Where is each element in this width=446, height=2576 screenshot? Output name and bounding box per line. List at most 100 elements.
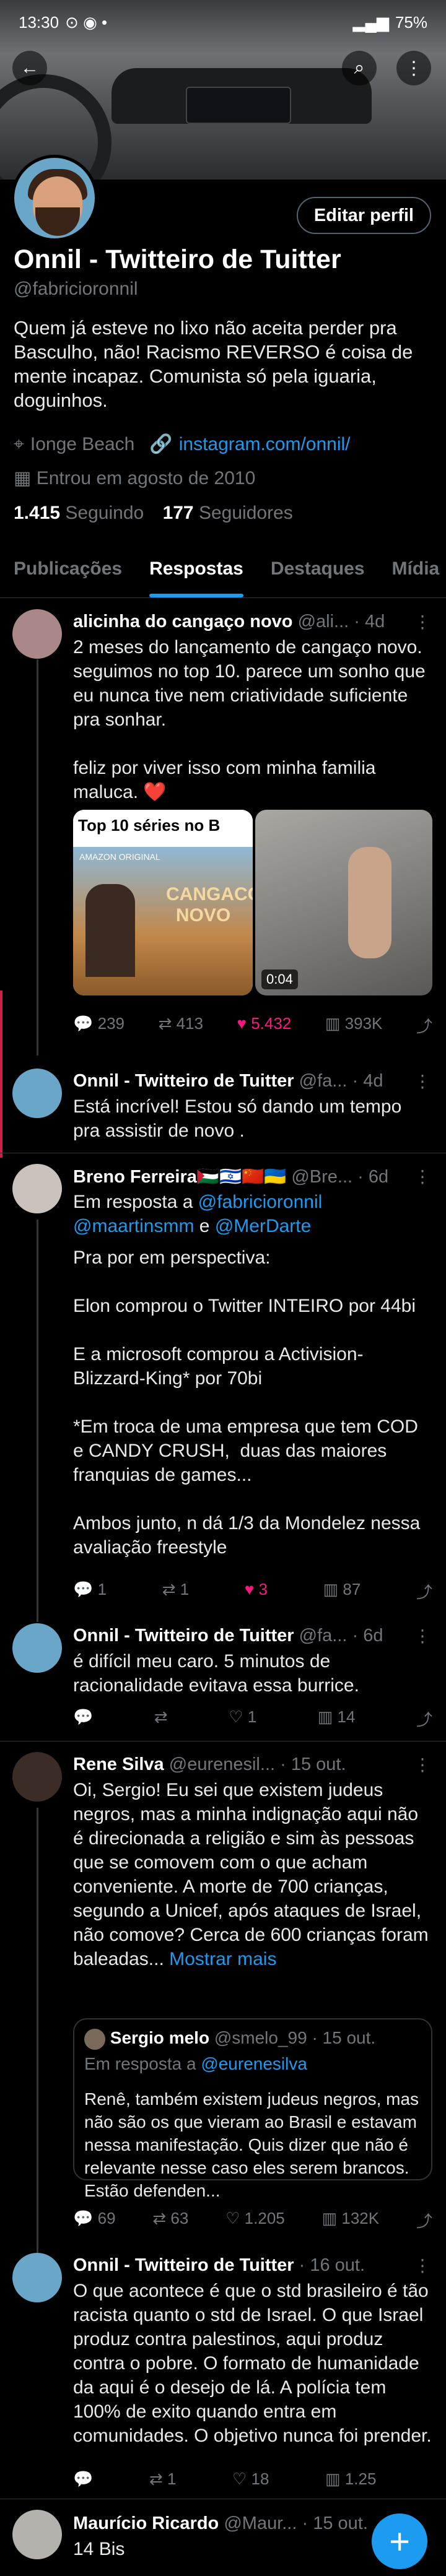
like-button[interactable]: ♡ 18 [232,2470,269,2489]
tab-destaques[interactable]: Destaques [257,545,378,597]
followers-label: Seguidores [198,503,293,523]
like-count: 5.432 [251,1014,292,1033]
tweet-avatar[interactable] [12,609,62,659]
views-count: 87 [343,1580,361,1598]
reply-button[interactable]: 💬 [73,2470,93,2489]
tweet-menu-icon[interactable]: ⋮ [414,1071,431,1091]
reply-count: 239 [97,1014,125,1033]
compose-tweet-button[interactable]: + [372,2513,427,2569]
quoted-tweet[interactable]: Sergio melo @smelo_99 · 15 out. Em respo… [73,2018,432,2200]
location-icon: ⌖ [14,433,24,454]
author-handle: @fa... [299,1626,348,1646]
share-icon[interactable]: ⤴ [416,1580,432,1603]
tab-respostas[interactable]: Respostas [136,545,257,597]
profile-avatar[interactable] [11,155,98,241]
views-count: 132K [341,2209,380,2227]
mention-link[interactable]: @maartinsmm [73,1216,194,1236]
tweet-time: · 15 out. [302,2513,368,2533]
tweet-onnil-2[interactable]: Onnil - Twitteiro de Tuitter @fa... · 6d… [0,1617,446,1735]
tweet-text: Está incrível! Estou só dando um tempo p… [73,1096,407,1141]
views-button[interactable]: ▥ 1.25 [325,2470,376,2489]
views-count: 14 [337,1707,356,1726]
reply-button[interactable]: 💬 1 [73,1580,107,1603]
tweet-avatar[interactable] [12,1752,62,1802]
views-button[interactable]: ▥ 132K [322,2209,380,2232]
tweet-text: Oi, Sergio! Eu sei que existem judeus ne… [73,1780,434,1969]
show-more-link[interactable]: Mostrar mais [169,1949,276,1969]
share-icon[interactable]: ⤴ [416,1014,432,1037]
tweet-text-block: Oi, Sergio! Eu sei que existem judeus ne… [73,1778,432,1971]
tweet-avatar[interactable] [12,1164,62,1213]
author-name: Maurício Ricardo [73,2513,219,2533]
tweet-menu-icon[interactable]: ⋮ [414,2255,431,2276]
views-count: 393K [344,1014,383,1033]
tweet-avatar[interactable] [12,1623,62,1673]
views-button[interactable]: ▥ 14 [318,1707,356,1730]
like-button[interactable]: ♥ 5.432 [237,1014,292,1037]
followers-link[interactable]: 177 Seguidores [163,503,293,523]
poster-image: AMAZON ORIGINAL CANGACO NOVO [73,847,253,995]
mention-link[interactable]: @fabricioronnil [198,1192,323,1212]
tweet-header: Maurício Ricardo @Maur... · 15 out. [73,2513,409,2534]
tweet-onnil-3[interactable]: Onnil - Twitteiro de Tuitter · 16 out. ⋮… [0,2244,446,2504]
poster-title: CANGACO NOVO [166,884,253,926]
tweet-breno[interactable]: Breno Ferreira🇵🇸🇮🇱🇨🇳🇺🇦 @Bre... · 6d ⋮ Em… [0,1153,446,1623]
tweet-menu-icon[interactable]: ⋮ [414,1626,431,1646]
retweet-button[interactable]: ⇄ 1 [162,1580,189,1603]
like-button[interactable]: ♡ 1.205 [225,2209,285,2232]
tweet-header: Onnil - Twitteiro de Tuitter · 16 out. [73,2255,409,2276]
search-button[interactable]: ⌕ [342,51,377,85]
tweet-onnil-1[interactable]: Onnil - Twitteiro de Tuitter @fa... · 4d… [0,1062,446,1149]
reply-button[interactable]: 💬 69 [73,2209,116,2232]
tweet-media-poster[interactable]: Top 10 séries no B AMAZON ORIGINAL CANGA… [73,810,253,995]
views-button[interactable]: ▥ 87 [323,1580,361,1603]
retweet-count: 1 [180,1580,190,1598]
quoted-text: Renê, também existem judeus negros, mas … [84,2089,419,2200]
link-icon: 🔗 [149,434,173,454]
poster-top-text: AMAZON ORIGINAL [79,852,160,862]
like-button[interactable]: ♥ 3 [245,1580,268,1603]
reply-button[interactable]: 💬 239 [73,1014,125,1037]
reply-button[interactable]: 💬 [73,1707,93,1730]
tweet-time: · 16 out. [299,2255,365,2275]
reply-count: 1 [97,1580,107,1598]
share-icon[interactable]: ⤴ [416,1707,432,1730]
retweet-button[interactable]: ⇄ 63 [152,2209,188,2232]
following-link[interactable]: 1.415 Seguindo [14,503,144,523]
status-bar: 13:30 ⊙ ◉ • ▂▄▆ 75% [0,0,446,45]
quoted-author: Sergio melo [110,2028,210,2047]
mention-link[interactable]: @eurenesilva [201,2054,307,2073]
followers-count: 177 [162,503,194,523]
tweet-actions: 💬 1 ⇄ 1 ♥ 3 ▥ 87 ⤴ [73,1580,432,1603]
retweet-button[interactable]: ⇄ 1 [149,2470,176,2489]
tweet-menu-icon[interactable]: ⋮ [414,612,431,632]
reply-count: 69 [97,2209,116,2227]
tweet-menu-icon[interactable]: ⋮ [414,1166,431,1187]
like-button[interactable]: ♡ 1 [229,1707,256,1730]
tab-publicacoes[interactable]: Publicações [0,545,136,597]
tweet-rene[interactable]: Rene Silva @eurenesil... · 15 out. ⋮ Oi,… [0,1741,446,2255]
share-icon[interactable]: ⤴ [416,2209,432,2232]
quoted-reply-prefix: Em resposta a [84,2054,201,2073]
tweet-alicinha[interactable]: alicinha do cangaço novo @ali... · 4d ⋮ … [0,598,446,1062]
more-options-button[interactable]: ⋮ [396,51,431,85]
reply-prefix: Em resposta a [73,1192,198,1212]
mention-link[interactable]: @MerDarte [215,1216,311,1236]
tweet-menu-icon[interactable]: ⋮ [414,1754,431,1775]
status-time: 13:30 [19,12,59,32]
tab-midia[interactable]: Mídia [378,545,446,597]
tweet-avatar[interactable] [12,1069,62,1118]
edit-profile-button[interactable]: Editar perfil [296,197,431,234]
media-title: Top 10 séries no B [73,810,253,841]
tweet-avatar[interactable] [12,2253,62,2302]
quoted-avatar [84,2028,105,2050]
views-button[interactable]: ▥ 393K [325,1014,383,1037]
back-button[interactable]: ← [12,51,47,85]
tweet-media-video[interactable]: 0:04 [255,810,432,995]
profile-link[interactable]: instagram.com/onnil/ [179,434,351,455]
retweet-button[interactable]: ⇄ 413 [159,1014,203,1037]
quoted-header: Sergio melo @smelo_99 · 15 out. [84,2028,375,2050]
retweet-button[interactable]: ⇄ [154,1707,168,1730]
tweet-avatar[interactable] [12,2510,62,2559]
notification-icons: ⊙ ◉ • [65,12,108,32]
